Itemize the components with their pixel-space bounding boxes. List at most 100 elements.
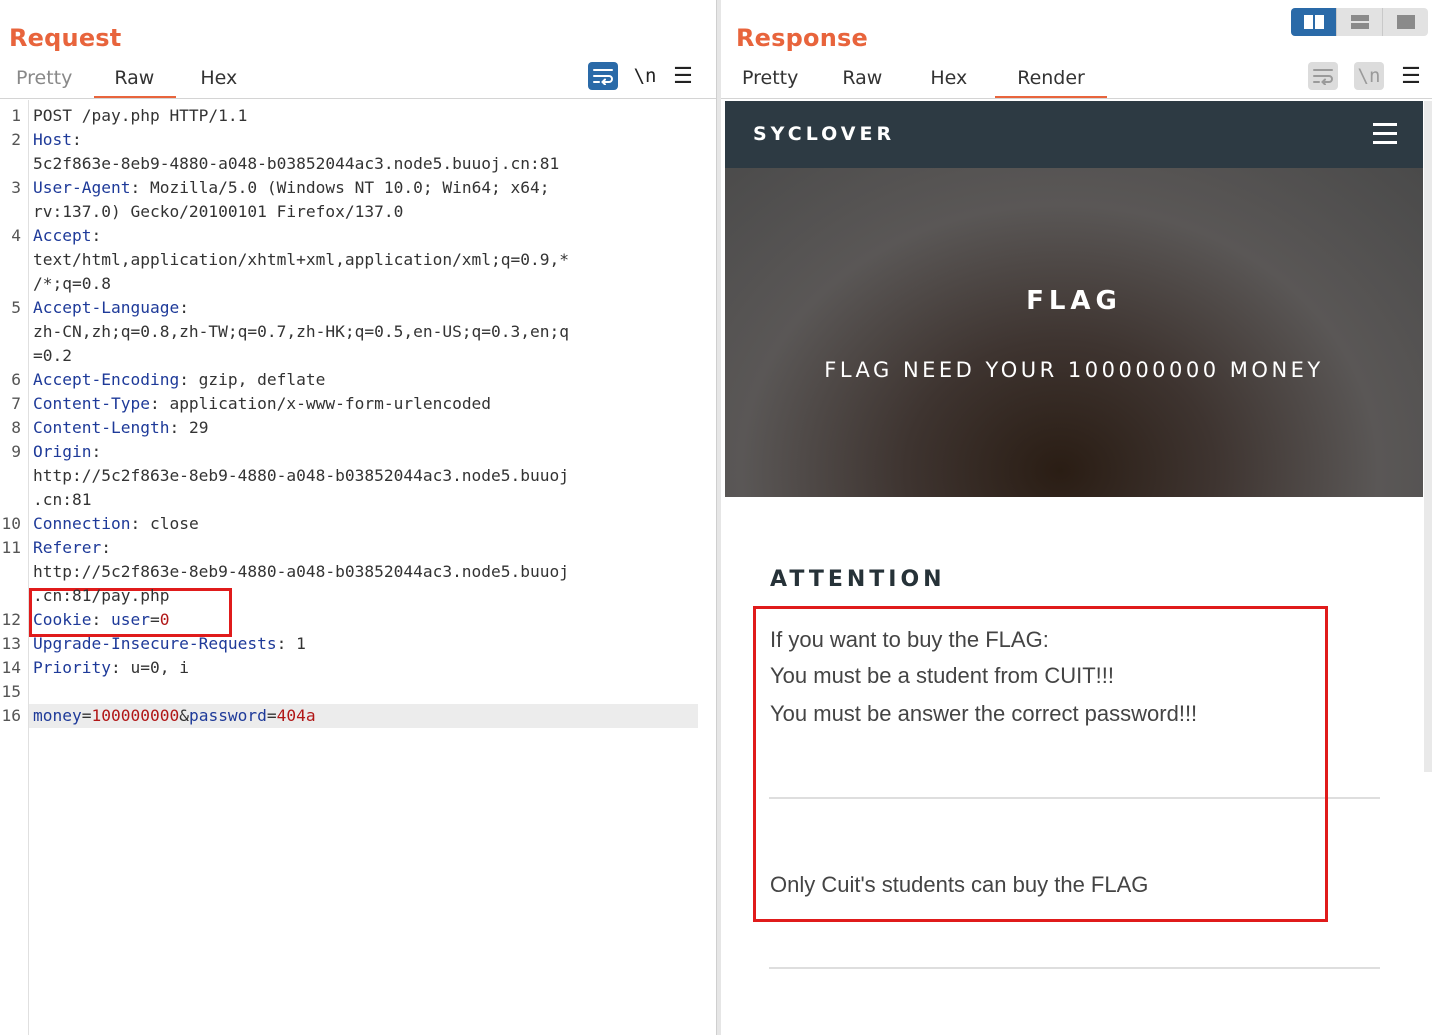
line-number: 13 <box>1 634 22 653</box>
line-number: 2 <box>11 130 21 149</box>
request-tabs: Pretty Raw Hex <box>0 62 253 99</box>
param-value: 0 <box>159 610 170 629</box>
layout-toggle <box>1291 8 1428 36</box>
line-number: 4 <box>11 226 21 245</box>
header-key: Accept-Encoding <box>33 370 180 389</box>
code-text: Priority: u=0, i <box>33 656 189 680</box>
attention-heading: ATTENTION <box>770 567 946 592</box>
header-key: Accept <box>33 226 92 245</box>
header-key: Origin <box>33 442 92 461</box>
tab-render[interactable]: Render <box>995 62 1107 99</box>
header-key: Upgrade-Insecure-Requests <box>33 634 277 653</box>
code-token: POST /pay.php HTTP/1.1 <box>33 106 248 125</box>
site-brand[interactable]: SYCLOVER <box>753 123 895 145</box>
hamburger-menu-icon[interactable]: ☰ <box>1400 63 1422 89</box>
code-token: http://5c2f863e-8eb9-4880-a048-b03852044… <box>33 466 570 485</box>
response-title: Response <box>736 24 868 52</box>
code-text: Host: <box>33 128 82 152</box>
wrap-lines-icon[interactable] <box>588 62 618 90</box>
request-editor[interactable]: 1 POST /pay.php HTTP/1.1 2 Host: 5c2f863e-8e… <box>0 100 716 1035</box>
code-token: : u=0, i <box>110 658 189 677</box>
code-text: 5c2f863e-8eb9-4880-a048-b03852044ac3.nod… <box>33 152 559 176</box>
newline-toggle-button[interactable]: \n <box>1354 62 1384 90</box>
code-text: Referer: <box>33 536 111 560</box>
tab-hex[interactable]: Hex <box>184 62 253 99</box>
hero-title: FLAG <box>1026 286 1122 316</box>
divider <box>769 967 1380 969</box>
code-text: Cookie: user=0 <box>33 608 169 632</box>
header-key: Connection <box>33 514 131 533</box>
line-number: 9 <box>11 442 21 461</box>
code-token: : Mozilla/5.0 (Windows NT 10.0; Win64; x… <box>130 178 550 197</box>
line-number: 15 <box>1 682 22 701</box>
code-token: & <box>179 706 189 725</box>
response-toolbar: \n ☰ <box>1308 62 1422 90</box>
code-token: 5c2f863e-8eb9-4880-a048-b03852044ac3.nod… <box>33 154 560 173</box>
code-token: : <box>91 226 102 245</box>
param-value: 100000000 <box>91 706 180 725</box>
code-token: : application/x-www-form-urlencoded <box>149 394 492 413</box>
response-panel: Response Pretty Raw Hex Render \n ☰ SYCL… <box>721 0 1432 1035</box>
code-text: Accept: <box>33 224 101 248</box>
header-key: Content-Type <box>33 394 150 413</box>
tab-pretty[interactable]: Pretty <box>0 62 88 99</box>
line-number: 12 <box>1 610 22 629</box>
header-key: Content-Length <box>33 418 170 437</box>
tab-pretty[interactable]: Pretty <box>726 62 814 99</box>
code-text: .cn:81/pay.php <box>33 584 169 608</box>
code-text: =0.2 <box>33 344 72 368</box>
line-number: 11 <box>1 538 22 557</box>
menu-icon[interactable] <box>1373 123 1397 145</box>
code-token: rv:137.0) Gecko/20100101 Firefox/137.0 <box>33 202 404 221</box>
header-key: Cookie <box>33 610 92 629</box>
code-text: /*;q=0.8 <box>33 272 111 296</box>
code-text: text/html,application/xhtml+xml,applicat… <box>33 248 569 272</box>
newline-toggle-button[interactable]: \n <box>634 62 657 90</box>
tab-hex[interactable]: Hex <box>914 62 983 99</box>
site-navbar: SYCLOVER <box>725 101 1423 168</box>
line-number: 8 <box>11 418 21 437</box>
gutter-divider <box>28 100 29 1035</box>
tab-raw[interactable]: Raw <box>826 62 898 99</box>
code-token: : <box>101 538 111 557</box>
code-token: = <box>266 706 277 725</box>
wrap-lines-icon[interactable] <box>1308 62 1338 90</box>
code-token: : <box>91 610 111 629</box>
code-token: .cn:81/pay.php <box>33 586 170 605</box>
line-number: 5 <box>11 298 21 317</box>
tab-raw[interactable]: Raw <box>94 62 177 99</box>
code-token: =0.2 <box>33 346 72 365</box>
line-number: 3 <box>11 178 21 197</box>
code-text: Accept-Language: <box>33 296 189 320</box>
hero-subtitle: FLAG NEED YOUR 100000000 MONEY <box>824 358 1324 382</box>
code-text: Origin: <box>33 440 101 464</box>
code-text: money=100000000&password=404a <box>33 704 316 728</box>
code-token: text/html,application/xhtml+xml,applicat… <box>33 250 570 269</box>
code-token: : <box>179 298 189 317</box>
line-number: 7 <box>11 394 21 413</box>
line-number: 6 <box>11 370 21 389</box>
split-rows-icon[interactable] <box>1336 8 1382 36</box>
hamburger-menu-icon[interactable]: ☰ <box>672 63 694 89</box>
param-value: 404a <box>276 706 316 725</box>
render-scrollbar[interactable] <box>1424 101 1432 772</box>
code-token: : 1 <box>276 634 306 653</box>
hero-banner: FLAG FLAG NEED YOUR 100000000 MONEY <box>725 168 1423 497</box>
code-text: Accept-Encoding: gzip, deflate <box>33 368 325 392</box>
code-text: rv:137.0) Gecko/20100101 Firefox/137.0 <box>33 200 403 224</box>
request-title: Request <box>9 24 122 52</box>
tabs-divider <box>0 98 716 99</box>
code-text: Upgrade-Insecure-Requests: 1 <box>33 632 306 656</box>
code-text: User-Agent: Mozilla/5.0 (Windows NT 10.0… <box>33 176 550 200</box>
tabs-divider <box>721 98 1432 99</box>
single-pane-icon[interactable] <box>1382 8 1428 36</box>
header-key: Accept-Language <box>33 298 180 317</box>
code-token: .cn:81 <box>33 490 92 509</box>
code-text: http://5c2f863e-8eb9-4880-a048-b03852044… <box>33 464 569 488</box>
code-token: : gzip, deflate <box>179 370 326 389</box>
line-number: 14 <box>1 658 22 677</box>
code-text: Content-Length: 29 <box>33 416 208 440</box>
code-text: Connection: close <box>33 512 199 536</box>
split-columns-icon[interactable] <box>1291 8 1336 36</box>
code-text: http://5c2f863e-8eb9-4880-a048-b03852044… <box>33 560 569 584</box>
